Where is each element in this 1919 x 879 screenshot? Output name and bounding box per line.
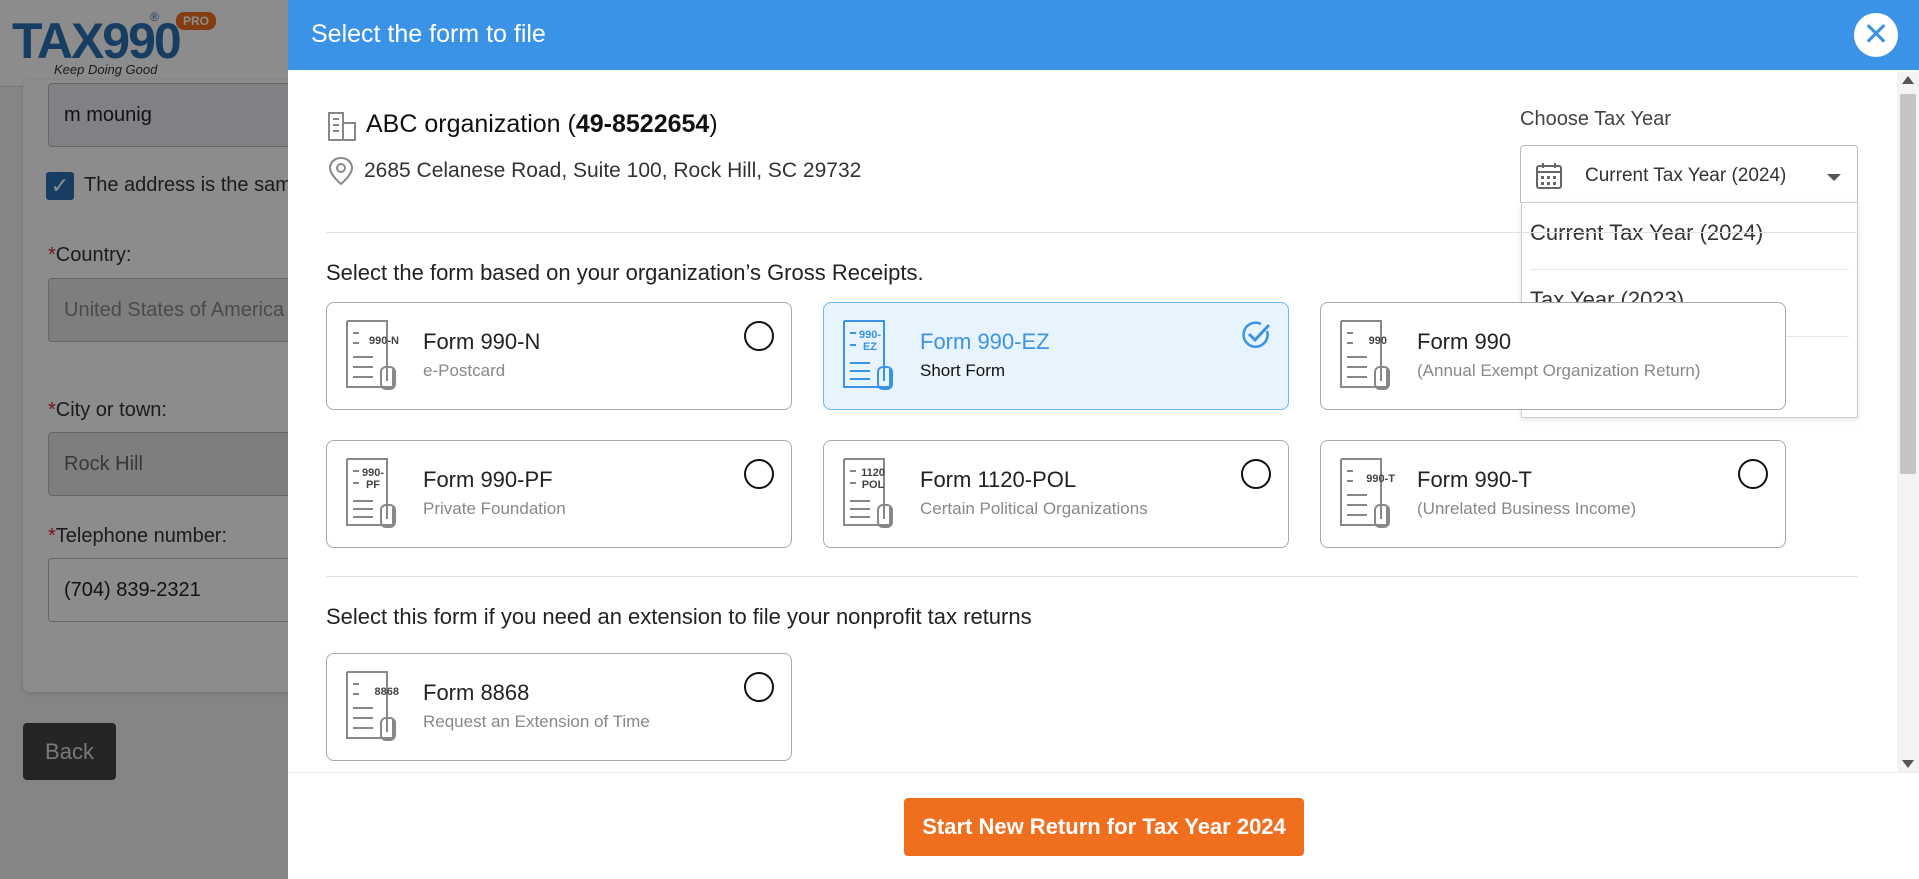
building-icon	[328, 112, 356, 141]
form-subtitle: Short Form	[920, 361, 1006, 380]
form-card-990-n[interactable]: 990-N Form 990-N e-Postcard	[326, 302, 792, 410]
form-card-990-ez[interactable]: 990-EZ Form 990-EZ Short Form	[823, 302, 1289, 410]
section-divider	[326, 232, 1858, 233]
form-card-990-pf[interactable]: 990-PF Form 990-PF Private Foundation	[326, 440, 792, 548]
form-code: 990-N	[369, 335, 399, 347]
close-icon[interactable]: ✕	[1854, 13, 1898, 57]
form-card-990[interactable]: 990 Form 990 (Annual Exempt Organization…	[1320, 302, 1786, 410]
scroll-thumb[interactable]	[1900, 94, 1916, 474]
extension-section-title: Select this form if you need an extensio…	[326, 604, 1032, 629]
section-divider	[326, 576, 1858, 577]
organization-name: ABC organization (49-8522654)	[366, 110, 718, 138]
form-code: 990-PF	[361, 467, 385, 491]
radio-button[interactable]	[744, 459, 774, 489]
radio-button[interactable]	[1241, 459, 1271, 489]
tax-year-option-2024[interactable]: Current Tax Year (2024)	[1530, 203, 1849, 270]
form-subtitle: (Annual Exempt Organization Return)	[1417, 361, 1701, 380]
tax-year-label: Choose Tax Year	[1520, 108, 1671, 130]
form-code: 990	[1368, 335, 1387, 347]
form-name: Form 8868	[423, 680, 530, 705]
check-circle-icon[interactable]	[1240, 319, 1272, 351]
footer-divider	[288, 772, 1919, 773]
form-name: Form 990-T	[1417, 467, 1532, 492]
document-icon	[346, 671, 396, 741]
form-code: 990-EZ	[858, 329, 882, 353]
modal-title: Select the form to file	[311, 20, 546, 48]
start-new-return-button[interactable]: Start New Return for Tax Year 2024	[904, 798, 1304, 856]
form-name: Form 990-EZ	[920, 329, 1050, 354]
form-subtitle: Certain Political Organizations	[920, 499, 1148, 518]
form-subtitle: Private Foundation	[423, 499, 566, 518]
form-subtitle: (Unrelated Business Income)	[1417, 499, 1637, 518]
radio-button[interactable]	[744, 321, 774, 351]
form-name: Form 1120-POL	[920, 467, 1077, 492]
gross-receipts-section-title: Select the form based on your organizati…	[326, 260, 924, 285]
form-code: 990-T	[1366, 473, 1395, 485]
document-icon	[346, 320, 396, 390]
document-icon	[1340, 458, 1390, 528]
scroll-down-arrow-icon[interactable]	[1902, 760, 1914, 768]
organization-address: 2685 Celanese Road, Suite 100, Rock Hill…	[364, 159, 862, 182]
form-card-1120-pol[interactable]: 1120 POL Form 1120-POL Certain Political…	[823, 440, 1289, 548]
modal-header: Select the form to file ✕	[288, 0, 1919, 70]
chevron-down-icon	[1827, 174, 1841, 181]
form-code: 1120 POL	[861, 467, 885, 491]
form-name: Form 990	[1417, 329, 1512, 354]
form-card-990-t[interactable]: 990-T Form 990-T (Unrelated Business Inc…	[1320, 440, 1786, 548]
select-form-modal: Select the form to file ✕ ABC organizati…	[288, 0, 1919, 879]
modal-backdrop[interactable]	[0, 0, 288, 879]
form-subtitle: Request an Extension of Time	[423, 712, 650, 731]
modal-scrollbar[interactable]	[1897, 72, 1919, 772]
form-card-8868[interactable]: 8868 Form 8868 Request an Extension of T…	[326, 653, 792, 761]
tax-year-selected-value: Current Tax Year (2024)	[1585, 165, 1787, 186]
form-code: 8868	[374, 686, 399, 698]
radio-button[interactable]	[744, 672, 774, 702]
location-pin-icon	[328, 156, 354, 186]
form-name: Form 990-N	[423, 329, 541, 354]
form-subtitle: e-Postcard	[423, 361, 506, 380]
form-name: Form 990-PF	[423, 467, 553, 492]
tax-year-select[interactable]: Current Tax Year (2024)	[1520, 145, 1858, 205]
radio-button[interactable]	[1738, 459, 1768, 489]
calendar-icon	[1536, 163, 1562, 189]
scroll-up-arrow-icon[interactable]	[1902, 76, 1914, 84]
document-icon	[1340, 320, 1390, 390]
